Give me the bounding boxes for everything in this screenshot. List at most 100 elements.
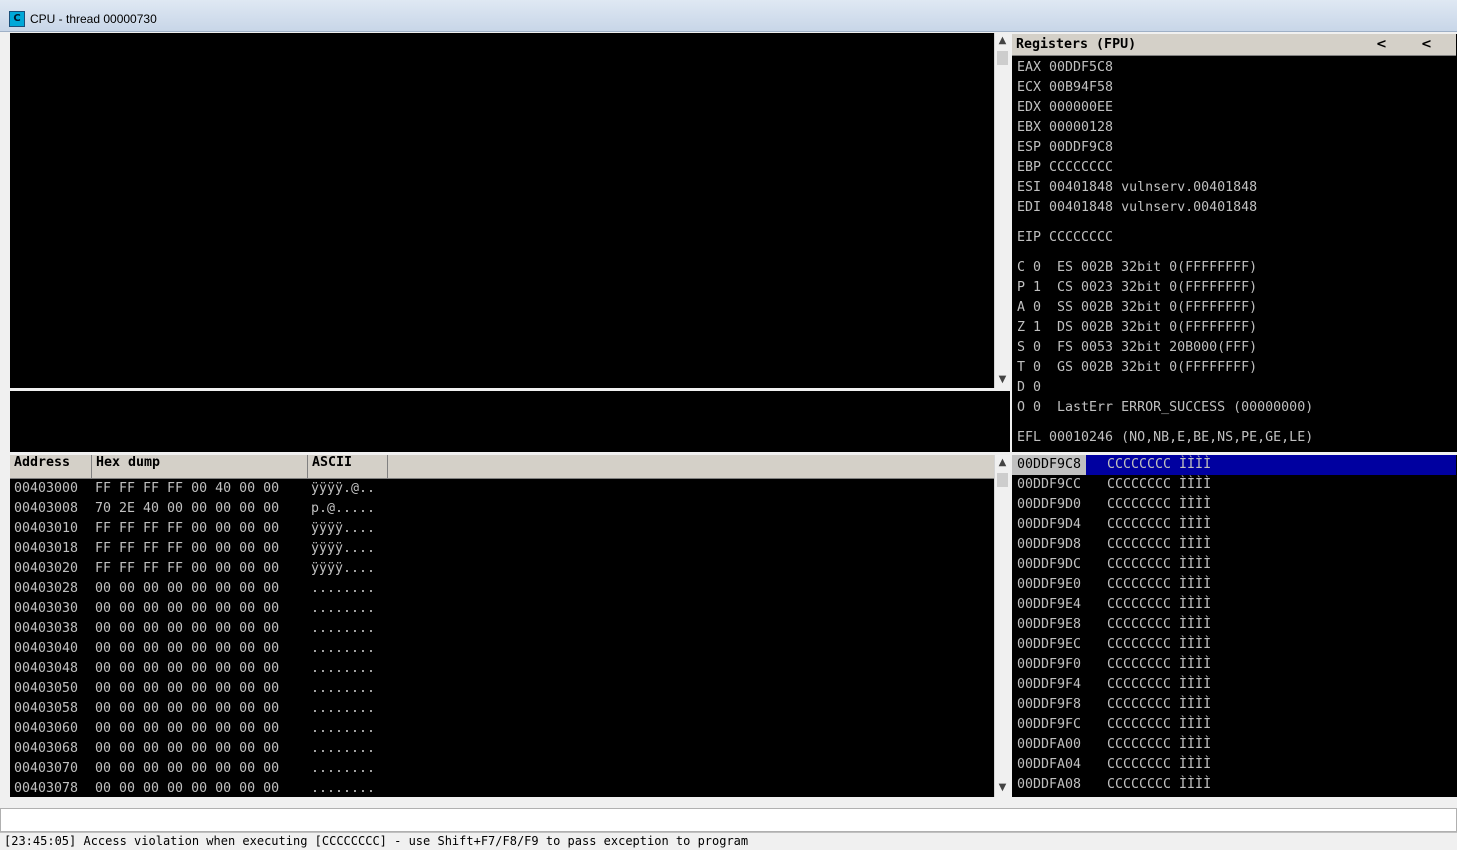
stack-row[interactable]: 00DDF9E4 CCCCCCCC ÌÌÌÌ [1012, 595, 1456, 615]
dump-hex: 00 00 00 00 00 00 00 00 [95, 761, 280, 776]
scroll-thumb[interactable] [997, 51, 1008, 65]
dump-ascii: ........ [311, 741, 376, 756]
dump-hex: 00 00 00 00 00 00 00 00 [95, 701, 280, 716]
dump-hex: FF FF FF FF 00 00 00 00 [95, 541, 280, 556]
register-line[interactable]: EFL 00010246 (NO,NB,E,BE,NS,PE,GE,LE) [1017, 428, 1313, 448]
dump-address: 00403008 [14, 501, 79, 516]
stack-row[interactable]: 00DDFA04 CCCCCCCC ÌÌÌÌ [1012, 755, 1456, 775]
stack-address: 00DDF9D4 [1017, 517, 1082, 532]
stack-value: CCCCCCCC ÌÌÌÌ [1107, 657, 1212, 672]
stack-value: CCCCCCCC ÌÌÌÌ [1107, 777, 1212, 792]
dump-hex: FF FF FF FF 00 00 00 00 [95, 561, 280, 576]
stack-row[interactable]: 00DDFA08 CCCCCCCC ÌÌÌÌ [1012, 775, 1456, 795]
dump-ascii: ........ [311, 721, 376, 736]
dump-address: 00403058 [14, 701, 79, 716]
dump-ascii: ........ [311, 761, 376, 776]
dump-address: 00403048 [14, 661, 79, 676]
stack-row[interactable]: 00DDF9D8 CCCCCCCC ÌÌÌÌ [1012, 535, 1456, 555]
registers-pane[interactable]: Registers (FPU) < < EAX 00DDF5C8 ECX 00B9… [1012, 34, 1457, 452]
disassembly-scrollbar[interactable]: ▲ ▼ [994, 33, 1010, 388]
register-line[interactable]: ECX 00B94F58 [1017, 78, 1113, 98]
register-line[interactable]: EBP CCCCCCCC [1017, 158, 1113, 178]
scroll-down-icon[interactable]: ▼ [995, 782, 1010, 793]
register-line[interactable]: EAX 00DDF5C8 [1017, 58, 1113, 78]
stack-row[interactable]: 00DDF9E0 CCCCCCCC ÌÌÌÌ [1012, 575, 1456, 595]
dump-hex: FF FF FF FF 00 40 00 00 [95, 481, 280, 496]
register-line[interactable]: EDI 00401848 vulnserv.00401848 [1017, 198, 1257, 218]
stack-row[interactable]: 00DDF9F4 CCCCCCCC ÌÌÌÌ [1012, 675, 1456, 695]
registers-next-view-icon[interactable]: < [1421, 37, 1432, 52]
register-line[interactable]: ESI 00401848 vulnserv.00401848 [1017, 178, 1257, 198]
dump-ascii: p.@..... [311, 501, 376, 516]
registers-prev-view-icon[interactable]: < [1376, 37, 1387, 52]
stack-row[interactable]: 00DDF9DC CCCCCCCC ÌÌÌÌ [1012, 555, 1456, 575]
stack-value: CCCCCCCC ÌÌÌÌ [1107, 517, 1212, 532]
register-line[interactable]: P 1 CS 0023 32bit 0(FFFFFFFF) [1017, 278, 1257, 298]
column-hex-dump[interactable]: Hex dump [92, 455, 308, 478]
stack-address: 00DDF9CC [1017, 477, 1082, 492]
stack-address: 00DDFA08 [1017, 777, 1082, 792]
register-line[interactable]: A 0 SS 002B 32bit 0(FFFFFFFF) [1017, 298, 1257, 318]
register-line[interactable]: C 0 ES 002B 32bit 0(FFFFFFFF) [1017, 258, 1257, 278]
command-line-input[interactable] [0, 808, 1457, 832]
stack-row[interactable]: 00DDF9FC CCCCCCCC ÌÌÌÌ [1012, 715, 1456, 735]
register-line[interactable]: EBX 00000128 [1017, 118, 1113, 138]
status-message: [23:45:05] Access violation when executi… [4, 834, 749, 848]
dump-ascii: ÿÿÿÿ.... [311, 561, 376, 576]
scroll-thumb[interactable] [997, 473, 1008, 487]
dump-hex: FF FF FF FF 00 00 00 00 [95, 521, 280, 536]
register-line[interactable]: D 0 [1017, 378, 1041, 398]
stack-address: 00DDF9D8 [1017, 537, 1082, 552]
registers-title: Registers (FPU) [1016, 37, 1137, 52]
register-line[interactable]: T 0 GS 002B 32bit 0(FFFFFFFF) [1017, 358, 1257, 378]
dump-address: 00403070 [14, 761, 79, 776]
hex-dump-pane[interactable]: Address Hex dump ASCII 00403000 FF FF FF … [10, 455, 994, 797]
stack-value: CCCCCCCC ÌÌÌÌ [1107, 677, 1212, 692]
stack-pane[interactable]: 00DDF9C8 CCCCCCCC ÌÌÌÌ 00DDF9CC CCCCCCCC ÌÌ… [1012, 455, 1457, 797]
register-line[interactable]: EIP CCCCCCCC [1017, 228, 1113, 248]
stack-address: 00DDFA04 [1017, 757, 1082, 772]
dump-scrollbar[interactable]: ▲ ▼ [994, 455, 1010, 797]
stack-address: 00DDF9F4 [1017, 677, 1082, 692]
dump-ascii: ........ [311, 681, 376, 696]
dump-ascii: ........ [311, 601, 376, 616]
register-line[interactable]: Z 1 DS 002B 32bit 0(FFFFFFFF) [1017, 318, 1257, 338]
dump-column-headers: Address Hex dump ASCII [10, 455, 994, 479]
stack-row[interactable]: 00DDF9F0 CCCCCCCC ÌÌÌÌ [1012, 655, 1456, 675]
dump-address: 00403078 [14, 781, 79, 796]
stack-row[interactable]: 00DDF9EC CCCCCCCC ÌÌÌÌ [1012, 635, 1456, 655]
status-bar: [23:45:05] Access violation when executi… [0, 832, 1457, 850]
column-ascii[interactable]: ASCII [308, 455, 388, 478]
stack-row[interactable]: 00DDF9D4 CCCCCCCC ÌÌÌÌ [1012, 515, 1456, 535]
stack-row[interactable]: 00DDF9F8 CCCCCCCC ÌÌÌÌ [1012, 695, 1456, 715]
stack-row-selected[interactable]: 00DDF9C8 CCCCCCCC ÌÌÌÌ [1012, 455, 1456, 475]
register-line[interactable]: ESP 00DDF9C8 [1017, 138, 1113, 158]
dump-ascii: ........ [311, 781, 376, 796]
window-titlebar[interactable]: C CPU - thread 00000730 [0, 0, 1457, 32]
register-line[interactable]: EDX 000000EE [1017, 98, 1113, 118]
scroll-up-icon[interactable]: ▲ [995, 457, 1010, 468]
info-pane[interactable] [10, 391, 1010, 452]
registers-header[interactable]: Registers (FPU) < < [1012, 34, 1456, 56]
dump-ascii: ........ [311, 701, 376, 716]
scroll-up-icon[interactable]: ▲ [995, 35, 1010, 46]
stack-row[interactable]: 00DDF9CC CCCCCCCC ÌÌÌÌ [1012, 475, 1456, 495]
stack-row[interactable]: 00DDFA00 CCCCCCCC ÌÌÌÌ [1012, 735, 1456, 755]
stack-row[interactable]: 00DDF9E8 CCCCCCCC ÌÌÌÌ [1012, 615, 1456, 635]
register-line[interactable]: O 0 LastErr ERROR_SUCCESS (00000000) [1017, 398, 1313, 418]
dump-hex: 00 00 00 00 00 00 00 00 [95, 621, 280, 636]
dump-hex: 00 00 00 00 00 00 00 00 [95, 641, 280, 656]
disassembly-pane[interactable] [10, 33, 994, 388]
stack-value: CCCCCCCC ÌÌÌÌ [1107, 757, 1212, 772]
stack-row[interactable]: 00DDF9D0 CCCCCCCC ÌÌÌÌ [1012, 495, 1456, 515]
stack-value: CCCCCCCC ÌÌÌÌ [1107, 537, 1212, 552]
dump-hex: 00 00 00 00 00 00 00 00 [95, 781, 280, 796]
register-line[interactable]: S 0 FS 0053 32bit 20B000(FFF) [1017, 338, 1257, 358]
dump-ascii: ........ [311, 621, 376, 636]
scroll-down-icon[interactable]: ▼ [995, 374, 1010, 385]
dump-address: 00403040 [14, 641, 79, 656]
dump-hex: 00 00 00 00 00 00 00 00 [95, 741, 280, 756]
column-address[interactable]: Address [10, 455, 92, 478]
dump-address: 00403000 [14, 481, 79, 496]
dump-address: 00403068 [14, 741, 79, 756]
